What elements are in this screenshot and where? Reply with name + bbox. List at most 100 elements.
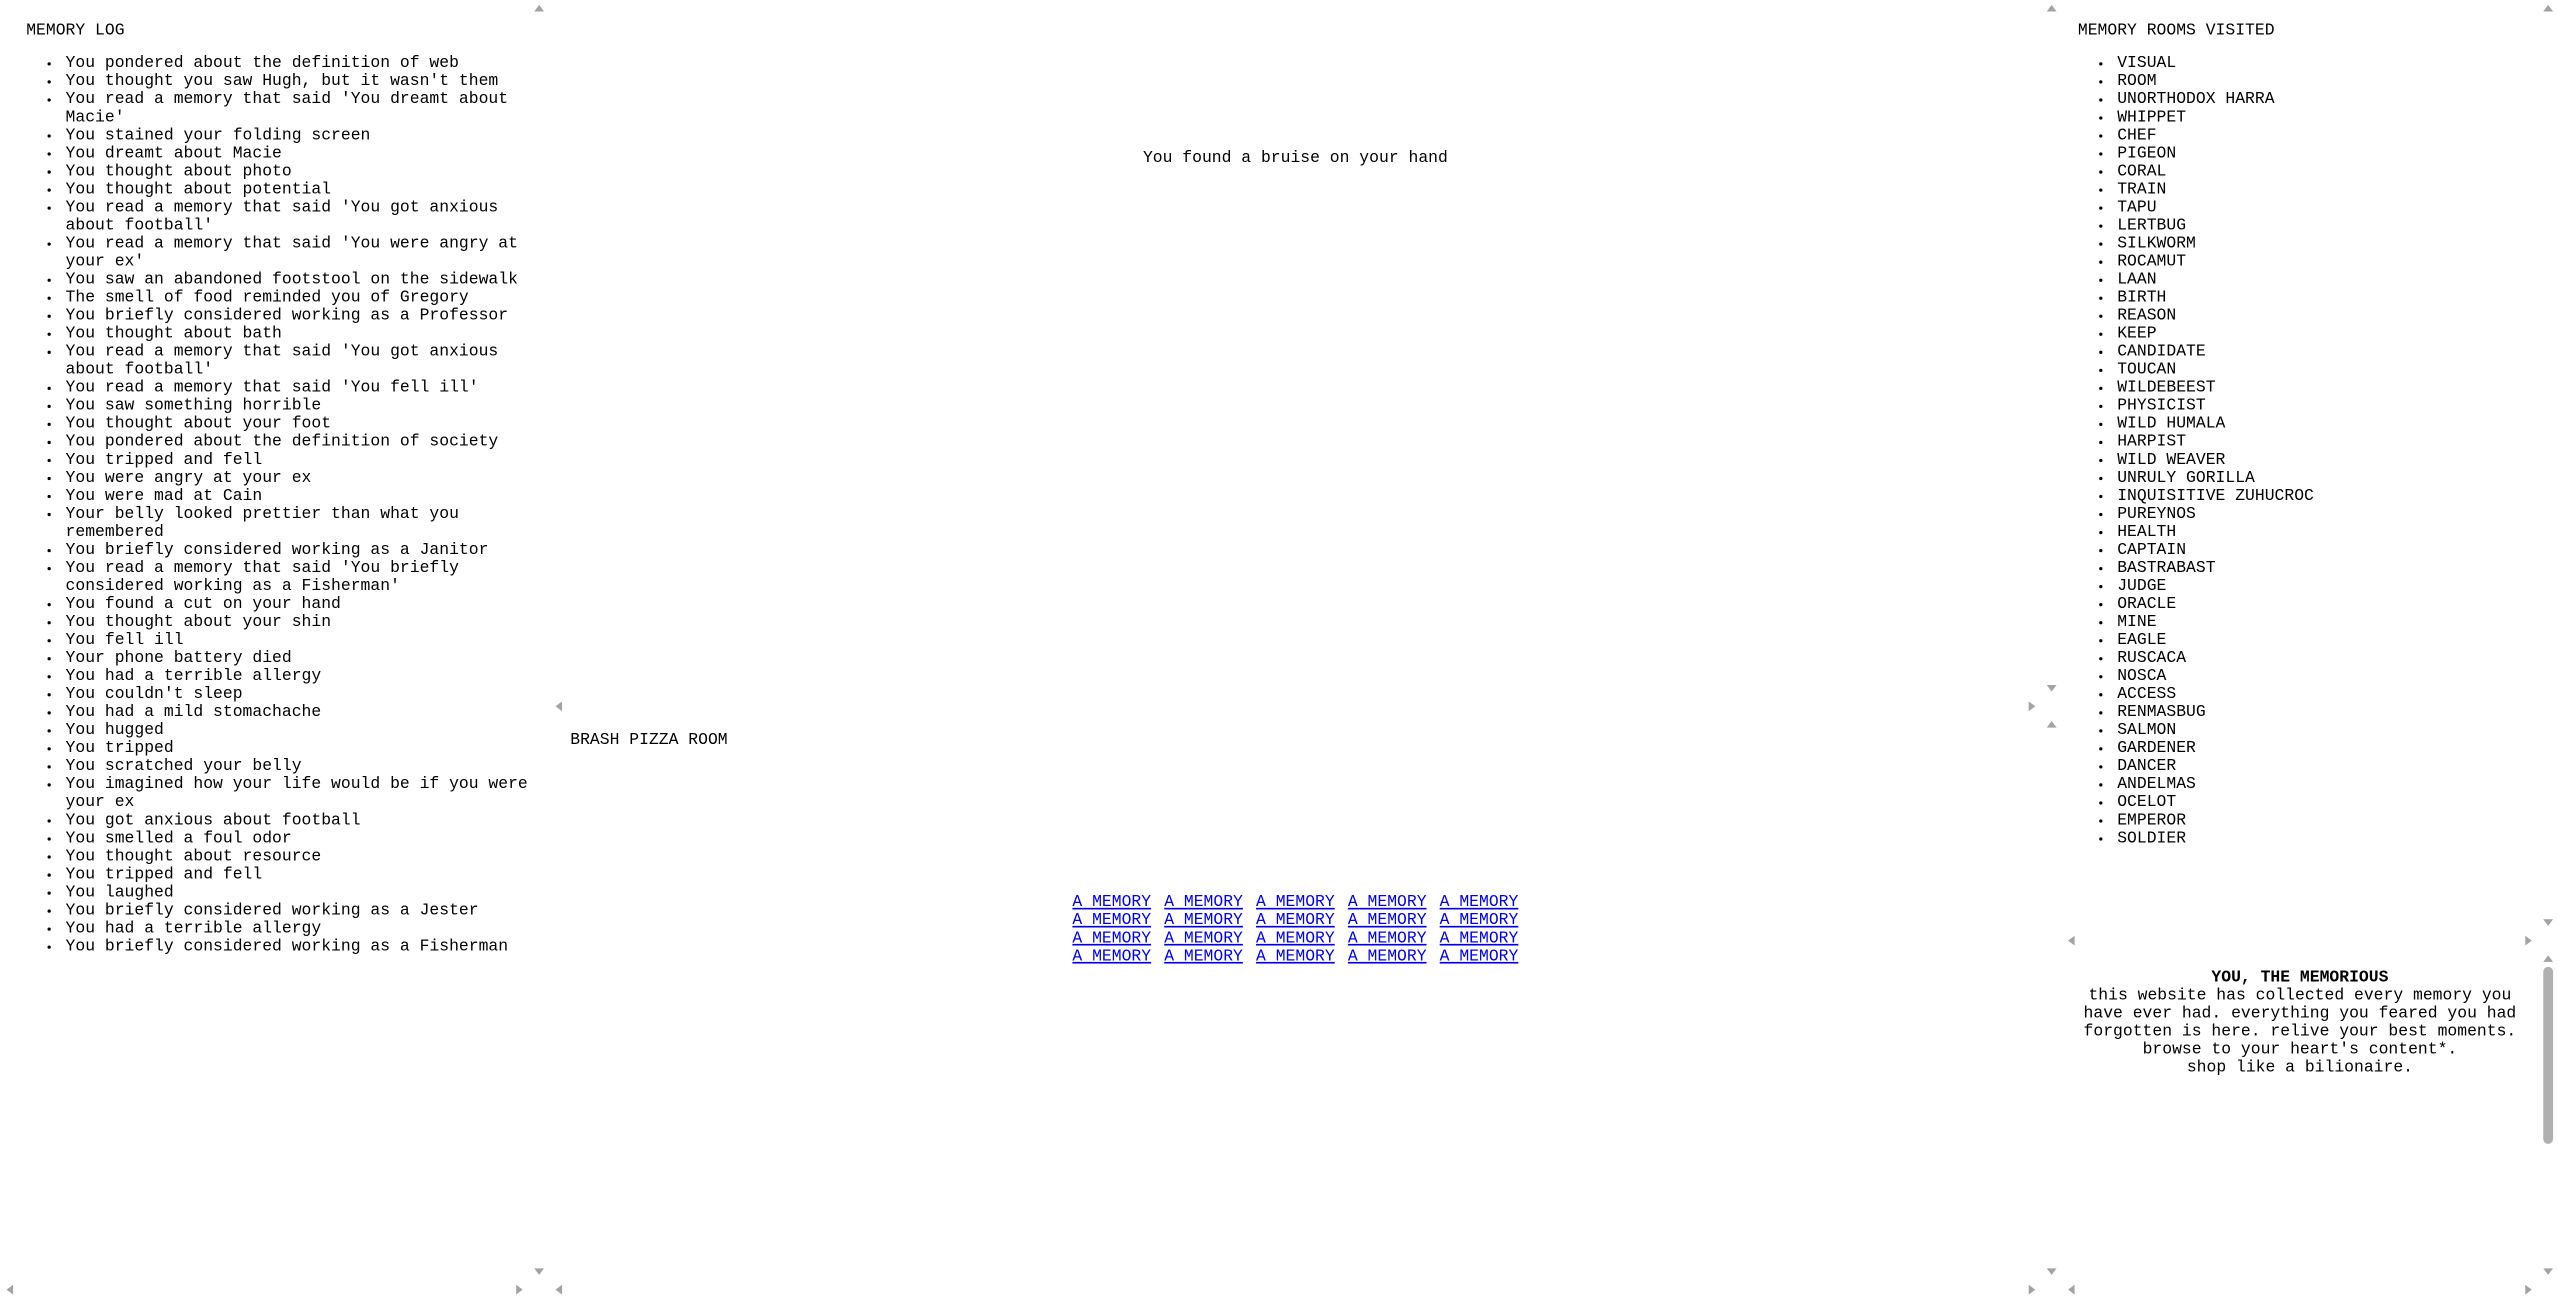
room-visited-item: TOUCAN (2117, 362, 2538, 380)
scroll-left-arrow-icon[interactable] (6, 1284, 14, 1295)
scroll-right-arrow-icon[interactable] (2525, 1284, 2532, 1295)
memory-log-item: You dreamt about Macie (66, 146, 530, 164)
scroll-down-arrow-icon[interactable] (2543, 919, 2554, 926)
memory-link[interactable]: A MEMORY (1164, 895, 1243, 913)
scroll-down-arrow-icon[interactable] (2543, 1268, 2554, 1275)
memory-link[interactable]: A MEMORY (1348, 895, 1427, 913)
room-horizontal-scrollbar[interactable] (548, 1279, 2042, 1299)
scroll-up-arrow-icon[interactable] (2543, 955, 2554, 962)
memory-log-horizontal-scrollbar[interactable] (0, 1279, 530, 1299)
memory-log-item: You read a memory that said 'You briefly… (66, 560, 530, 596)
memory-log-item: You found a cut on your hand (66, 596, 530, 614)
scroll-right-arrow-icon[interactable] (2525, 935, 2532, 946)
scroll-up-arrow-icon[interactable] (2046, 721, 2057, 728)
room-visited-item: PHYSICIST (2117, 398, 2538, 416)
rooms-visited-title: MEMORY ROOMS VISITED (2077, 22, 2275, 41)
room-visited-item: WHIPPET (2117, 110, 2538, 128)
room-visited-item: LERTBUG (2117, 218, 2538, 236)
memory-log-frame[interactable]: MEMORY LOG You pondered about the defini… (0, 0, 549, 1299)
memory-log-item: You thought about your shin (66, 615, 530, 633)
scroll-left-arrow-icon[interactable] (555, 1284, 563, 1295)
memory-link[interactable]: A MEMORY (1348, 931, 1427, 949)
memory-link[interactable]: A MEMORY (1440, 913, 1519, 931)
memory-log-item: You pondered about the definition of soc… (66, 434, 530, 452)
memory-link[interactable]: A MEMORY (1164, 931, 1243, 949)
memory-log-item: You tripped and fell (66, 452, 530, 470)
about-box: YOU, THE MEMORIOUS this website has coll… (2061, 950, 2538, 1078)
memory-log-item: You fell ill (66, 633, 530, 651)
memory-link[interactable]: A MEMORY (1072, 931, 1151, 949)
memory-link[interactable]: A MEMORY (1256, 913, 1335, 931)
memory-log-item: You thought about resource (66, 849, 530, 867)
memory-link[interactable]: A MEMORY (1348, 949, 1427, 967)
memory-log-item: You stained your folding screen (66, 128, 530, 146)
about-vertical-scrollbar[interactable] (2538, 950, 2558, 1280)
room-visited-item: OCELOT (2117, 795, 2538, 813)
room-visited-item: INQUISITIVE ZUHUCROC (2117, 488, 2538, 506)
memory-log-item: You were angry at your ex (66, 470, 530, 488)
room-visited-item: HEALTH (2117, 524, 2538, 542)
event-horizontal-scrollbar[interactable] (548, 696, 2042, 717)
scroll-down-arrow-icon[interactable] (534, 1268, 545, 1275)
scroll-up-arrow-icon[interactable] (2046, 4, 2057, 12)
memory-log-item: You were mad at Cain (66, 488, 530, 506)
about-title: YOU, THE MEMORIOUS (2211, 970, 2389, 989)
room-visited-item: RENMASBUG (2117, 705, 2538, 723)
memory-link[interactable]: A MEMORY (1440, 931, 1519, 949)
memory-log-vertical-scrollbar[interactable] (529, 0, 549, 1280)
memory-log-item: You thought about bath (66, 326, 530, 344)
scroll-down-arrow-icon[interactable] (2046, 684, 2057, 692)
rooms-visited-list: VISUALROOMUNORTHODOX HARRAWHIPPETCHEFPIG… (2078, 56, 2538, 849)
scroll-up-arrow-icon[interactable] (534, 4, 545, 12)
event-frame[interactable]: You found a bruise on your hand (548, 0, 2062, 717)
memory-link[interactable]: A MEMORY (1256, 931, 1335, 949)
about-frame[interactable]: YOU, THE MEMORIOUS this website has coll… (2061, 950, 2558, 1299)
room-frame[interactable]: BRASH PIZZA ROOM A MEMORY A MEMORY A MEM… (548, 716, 2062, 1299)
room-visited-item: SALMON (2117, 723, 2538, 741)
about-line: forgotten is here. relive your best mome… (2083, 1024, 2517, 1043)
memory-link[interactable]: A MEMORY (1164, 913, 1243, 931)
room-visited-item: CORAL (2117, 164, 2538, 182)
rooms-visited-horizontal-scrollbar[interactable] (2061, 930, 2539, 951)
scroll-left-arrow-icon[interactable] (555, 701, 563, 712)
rooms-visited-frame[interactable]: MEMORY ROOMS VISITED VISUALROOMUNORTHODO… (2061, 0, 2558, 951)
scroll-right-arrow-icon[interactable] (2028, 1284, 2036, 1295)
scroll-down-arrow-icon[interactable] (2046, 1268, 2057, 1275)
memory-link[interactable]: A MEMORY (1440, 949, 1519, 967)
memory-link[interactable]: A MEMORY (1072, 949, 1151, 967)
memory-link[interactable]: A MEMORY (1072, 895, 1151, 913)
memory-link[interactable]: A MEMORY (1072, 913, 1151, 931)
memory-log-item: You tripped (66, 741, 530, 759)
memory-links-row: A MEMORY A MEMORY A MEMORY A MEMORY A ME… (549, 913, 2042, 931)
memory-links-row: A MEMORY A MEMORY A MEMORY A MEMORY A ME… (549, 895, 2042, 913)
room-vertical-scrollbar[interactable] (2041, 716, 2062, 1280)
scrollbar-thumb[interactable] (2543, 966, 2554, 1144)
scroll-left-arrow-icon[interactable] (2068, 935, 2075, 946)
room-visited-item: GARDENER (2117, 741, 2538, 759)
memory-link[interactable]: A MEMORY (1348, 913, 1427, 931)
about-line: browse to your heart's content*. (2142, 1042, 2458, 1061)
memory-link[interactable]: A MEMORY (1256, 949, 1335, 967)
scroll-right-arrow-icon[interactable] (516, 1284, 523, 1295)
room-visited-item: WILDEBEEST (2117, 380, 2538, 398)
room-visited-item: UNRULY GORILLA (2117, 470, 2538, 488)
memory-log-item: You read a memory that said 'You got anx… (66, 344, 530, 380)
memory-log-item: You scratched your belly (66, 759, 530, 777)
memory-log-item: You read a memory that said 'You dreamt … (66, 92, 530, 128)
rooms-visited-vertical-scrollbar[interactable] (2538, 0, 2558, 931)
memory-link[interactable]: A MEMORY (1440, 895, 1519, 913)
memory-log-item: You had a mild stomachache (66, 705, 530, 723)
room-visited-item: ORACLE (2117, 596, 2538, 614)
memory-log-item: You couldn't sleep (66, 687, 530, 705)
scroll-up-arrow-icon[interactable] (2543, 4, 2554, 12)
memory-link[interactable]: A MEMORY (1164, 949, 1243, 967)
room-visited-item: SILKWORM (2117, 236, 2538, 254)
room-visited-item: WILD WEAVER (2117, 452, 2538, 470)
memory-link[interactable]: A MEMORY (1256, 895, 1335, 913)
scroll-left-arrow-icon[interactable] (2068, 1284, 2075, 1295)
event-vertical-scrollbar[interactable] (2041, 0, 2062, 697)
about-horizontal-scrollbar[interactable] (2061, 1279, 2539, 1299)
memory-log-item: You saw an abandoned footstool on the si… (66, 272, 530, 290)
memory-log-item: You briefly considered working as a Jest… (66, 903, 530, 921)
scroll-right-arrow-icon[interactable] (2028, 701, 2036, 712)
